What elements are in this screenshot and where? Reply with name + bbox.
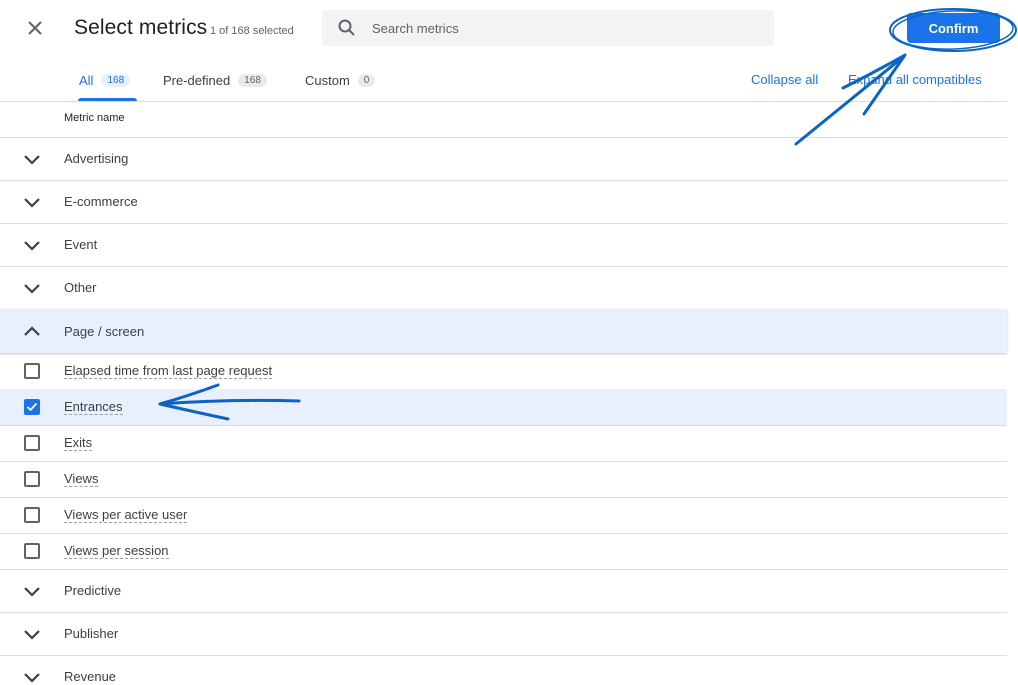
metric-checkbox[interactable] [24, 507, 40, 523]
category-event[interactable]: Event [0, 223, 1007, 266]
metric-checkbox[interactable] [24, 435, 40, 451]
tab-count-badge: 168 [238, 73, 267, 87]
metric-label[interactable]: Views [64, 471, 99, 487]
metric-row: Elapsed time from last page request [0, 353, 1007, 389]
category-label: Revenue [64, 669, 117, 684]
selected-count: 1 of 168 selected [210, 25, 294, 37]
category-revenue[interactable]: Revenue [0, 655, 1007, 685]
metric-row: Exits [0, 425, 1007, 461]
category-label: Other [64, 280, 97, 295]
collapse-all-link[interactable]: Collapse all [751, 72, 818, 87]
tab-custom[interactable]: Custom 0 [305, 60, 376, 100]
chevron-down-icon [22, 149, 42, 169]
metric-row: Views per active user [0, 497, 1007, 533]
expand-all-compatibles-link[interactable]: Expand all compatibles [848, 72, 982, 87]
chevron-down-icon [22, 192, 42, 212]
category-label: Predictive [64, 583, 122, 598]
tab-count-badge: 168 [101, 73, 131, 87]
category-label: Event [64, 237, 98, 252]
dialog-header: Select metrics 1 of 168 selected Confirm [0, 0, 1018, 60]
category-e-commerce[interactable]: E-commerce [0, 180, 1007, 223]
metric-checkbox[interactable] [24, 363, 40, 379]
chevron-down-icon [22, 235, 42, 255]
category-predictive[interactable]: Predictive [0, 569, 1007, 612]
search-icon [337, 18, 357, 38]
metric-checkbox[interactable] [24, 399, 40, 415]
chevron-down-icon [22, 667, 42, 685]
category-label: Advertising [64, 151, 129, 166]
check-icon [26, 402, 38, 412]
close-button[interactable] [23, 16, 47, 40]
category-publisher[interactable]: Publisher [0, 612, 1007, 655]
search-input[interactable] [372, 20, 752, 36]
category-advertising[interactable]: Advertising [0, 137, 1007, 180]
tab-count-badge: 0 [357, 73, 376, 87]
tab-label: Pre-defined [163, 72, 231, 88]
column-header-metric-name: Metric name [64, 112, 125, 124]
tab-label: Custom [305, 72, 350, 88]
category-label: E-commerce [64, 194, 138, 209]
close-icon [28, 21, 42, 35]
category-label: Publisher [64, 626, 119, 641]
category-other[interactable]: Other [0, 266, 1007, 309]
metric-label[interactable]: Exits [64, 435, 93, 451]
metric-row: Views per session [0, 533, 1007, 569]
tab-label: All [79, 72, 94, 88]
chevron-down-icon [22, 278, 42, 298]
tab-all[interactable]: All 168 [79, 60, 131, 100]
search-box[interactable] [322, 10, 774, 46]
metric-label[interactable]: Views per session [64, 543, 169, 559]
chevron-down-icon [22, 624, 42, 644]
metric-row: Entrances [0, 389, 1007, 425]
category-label: Page / screen [64, 323, 145, 339]
category-page-screen[interactable]: Page / screen [0, 309, 1007, 353]
metric-label[interactable]: Entrances [64, 399, 123, 415]
metric-label[interactable]: Views per active user [64, 507, 188, 523]
metric-row: Views [0, 461, 1007, 497]
metric-label[interactable]: Elapsed time from last page request [64, 363, 273, 379]
chevron-down-icon [22, 581, 42, 601]
divider [0, 101, 1007, 102]
page-title: Select metrics [74, 16, 208, 39]
confirm-button[interactable]: Confirm [907, 13, 1000, 43]
tab-bar: All 168 Pre-defined 168 Custom 0 Collaps… [0, 60, 1018, 102]
tab-pre-defined[interactable]: Pre-defined 168 [163, 60, 267, 100]
metric-checkbox[interactable] [24, 471, 40, 487]
chevron-up-icon [22, 321, 42, 341]
metric-checkbox[interactable] [24, 543, 40, 559]
